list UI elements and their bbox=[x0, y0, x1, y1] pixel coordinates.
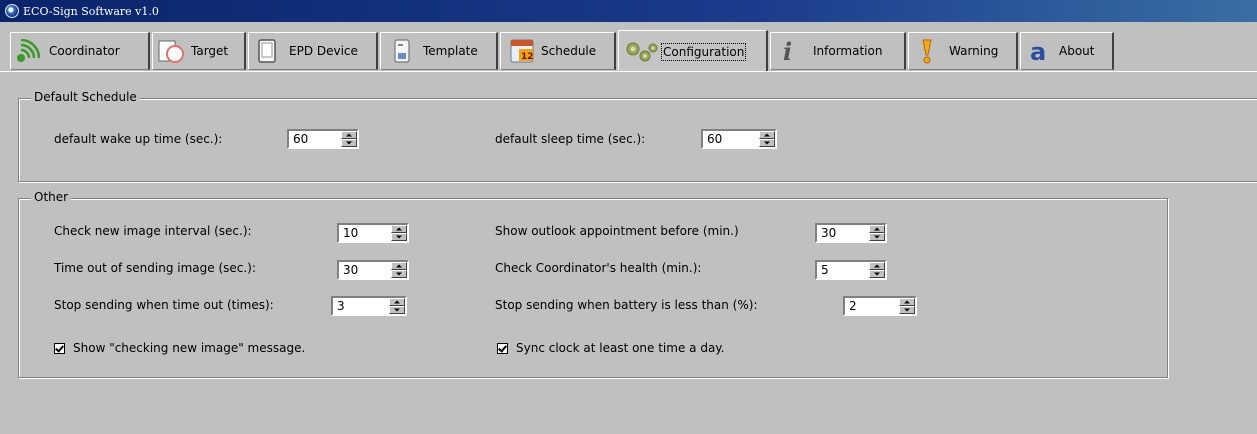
show-message-checkbox[interactable]: Show "checking new image" message. bbox=[54, 341, 305, 355]
tab-target[interactable]: Target bbox=[152, 32, 246, 70]
tab-label: Schedule bbox=[541, 44, 597, 58]
group-title: Default Schedule bbox=[31, 90, 140, 104]
sleep-time-value[interactable]: 60 bbox=[703, 131, 759, 147]
sleep-time-spinner[interactable]: 60 bbox=[701, 129, 777, 149]
template-icon bbox=[385, 38, 419, 64]
sleep-time-label: default sleep time (sec.): bbox=[495, 132, 646, 146]
epd-device-icon bbox=[253, 38, 281, 64]
sync-clock-label: Sync clock at least one time a day. bbox=[516, 341, 725, 355]
about-icon: a bbox=[1025, 37, 1055, 66]
spinner-buttons bbox=[869, 225, 885, 241]
spin-down-button[interactable] bbox=[389, 306, 405, 314]
tab-about[interactable]: a About bbox=[1020, 32, 1114, 70]
spin-down-button[interactable] bbox=[869, 270, 885, 278]
spin-up-button[interactable] bbox=[341, 131, 357, 139]
health-spinner[interactable]: 5 bbox=[815, 260, 887, 280]
title-bar: ECO-Sign Software v1.0 bbox=[0, 0, 1257, 22]
spinner-buttons bbox=[389, 298, 405, 314]
wake-time-spinner[interactable]: 60 bbox=[287, 129, 359, 149]
wake-time-value[interactable]: 60 bbox=[289, 131, 341, 147]
tab-label: Information bbox=[813, 44, 883, 58]
spin-down-button[interactable] bbox=[391, 270, 407, 278]
tab-coordinator[interactable]: Coordinator bbox=[10, 32, 150, 70]
svg-text:i: i bbox=[783, 37, 792, 65]
info-icon: i bbox=[775, 37, 805, 66]
checkbox-checked-icon[interactable] bbox=[54, 342, 65, 354]
calendar-icon: 12 bbox=[505, 37, 539, 65]
group-title: Other bbox=[31, 190, 72, 204]
tab-template[interactable]: Template bbox=[380, 32, 498, 70]
spin-down-button[interactable] bbox=[391, 233, 407, 241]
spin-up-button[interactable] bbox=[759, 131, 775, 139]
spinner-buttons bbox=[391, 225, 407, 241]
tab-label: Warning bbox=[949, 44, 999, 58]
checkbox-checked-icon[interactable] bbox=[497, 342, 508, 354]
stop-timeout-spinner[interactable]: 3 bbox=[331, 296, 407, 316]
spin-up-button[interactable] bbox=[391, 225, 407, 233]
tab-label: Coordinator bbox=[49, 44, 120, 58]
health-label: Check Coordinator's health (min.): bbox=[495, 261, 702, 275]
tab-epd-device[interactable]: EPD Device bbox=[248, 32, 378, 70]
tab-label: About bbox=[1059, 44, 1095, 58]
spinner-buttons bbox=[869, 262, 885, 278]
configuration-panel: Default Schedule default wake up time (s… bbox=[0, 74, 1257, 434]
spin-up-button[interactable] bbox=[899, 298, 915, 306]
stop-timeout-label: Stop sending when time out (times): bbox=[54, 298, 274, 312]
tab-underline bbox=[0, 71, 1257, 72]
gears-icon bbox=[623, 39, 659, 65]
spin-down-button[interactable] bbox=[869, 233, 885, 241]
sync-clock-checkbox[interactable]: Sync clock at least one time a day. bbox=[497, 341, 725, 355]
other-group: Other Check new image interval (sec.): 1… bbox=[18, 190, 1168, 378]
tab-information[interactable]: i Information bbox=[770, 32, 906, 70]
wake-time-label: default wake up time (sec.): bbox=[54, 132, 223, 146]
spinner-buttons bbox=[759, 131, 775, 147]
health-value[interactable]: 5 bbox=[817, 262, 869, 278]
tab-schedule[interactable]: 12 Schedule bbox=[500, 32, 616, 70]
timeout-value[interactable]: 30 bbox=[339, 262, 391, 278]
spin-up-button[interactable] bbox=[869, 262, 885, 270]
tab-label: EPD Device bbox=[289, 44, 358, 58]
battery-label: Stop sending when battery is less than (… bbox=[495, 298, 758, 312]
check-interval-label: Check new image interval (sec.): bbox=[54, 224, 252, 238]
timeout-label: Time out of sending image (sec.): bbox=[54, 261, 256, 275]
show-message-label: Show "checking new image" message. bbox=[73, 341, 306, 355]
spinner-buttons bbox=[341, 131, 357, 147]
spin-down-button[interactable] bbox=[759, 139, 775, 147]
tab-warning[interactable]: Warning bbox=[908, 32, 1018, 70]
spin-up-button[interactable] bbox=[391, 262, 407, 270]
battery-value[interactable]: 2 bbox=[845, 298, 899, 314]
battery-spinner[interactable]: 2 bbox=[843, 296, 917, 316]
tab-strip: Coordinator Target EPD Device Template 1… bbox=[0, 22, 1257, 74]
spin-up-button[interactable] bbox=[389, 298, 405, 306]
target-icon bbox=[157, 38, 187, 64]
tab-label: Configuration bbox=[660, 42, 747, 61]
svg-text:a: a bbox=[1030, 38, 1046, 65]
spin-down-button[interactable] bbox=[341, 139, 357, 147]
outlook-label: Show outlook appointment before (min.) bbox=[495, 224, 739, 238]
warning-icon bbox=[913, 37, 941, 65]
timeout-spinner[interactable]: 30 bbox=[337, 260, 409, 280]
outlook-value[interactable]: 30 bbox=[817, 225, 869, 241]
signal-icon bbox=[15, 38, 45, 63]
svg-text:12: 12 bbox=[521, 52, 534, 62]
spinner-buttons bbox=[899, 298, 915, 314]
tab-label: Template bbox=[423, 44, 478, 58]
tab-label: Target bbox=[191, 44, 229, 58]
tab-configuration[interactable]: Configuration bbox=[618, 30, 768, 72]
spin-down-button[interactable] bbox=[899, 306, 915, 314]
app-icon bbox=[5, 4, 19, 18]
check-interval-spinner[interactable]: 10 bbox=[337, 223, 409, 243]
stop-timeout-value[interactable]: 3 bbox=[333, 298, 389, 314]
spin-up-button[interactable] bbox=[869, 225, 885, 233]
spinner-buttons bbox=[391, 262, 407, 278]
check-interval-value[interactable]: 10 bbox=[339, 225, 391, 241]
default-schedule-group: Default Schedule default wake up time (s… bbox=[18, 90, 1257, 182]
window-title: ECO-Sign Software v1.0 bbox=[23, 4, 159, 18]
outlook-spinner[interactable]: 30 bbox=[815, 223, 887, 243]
